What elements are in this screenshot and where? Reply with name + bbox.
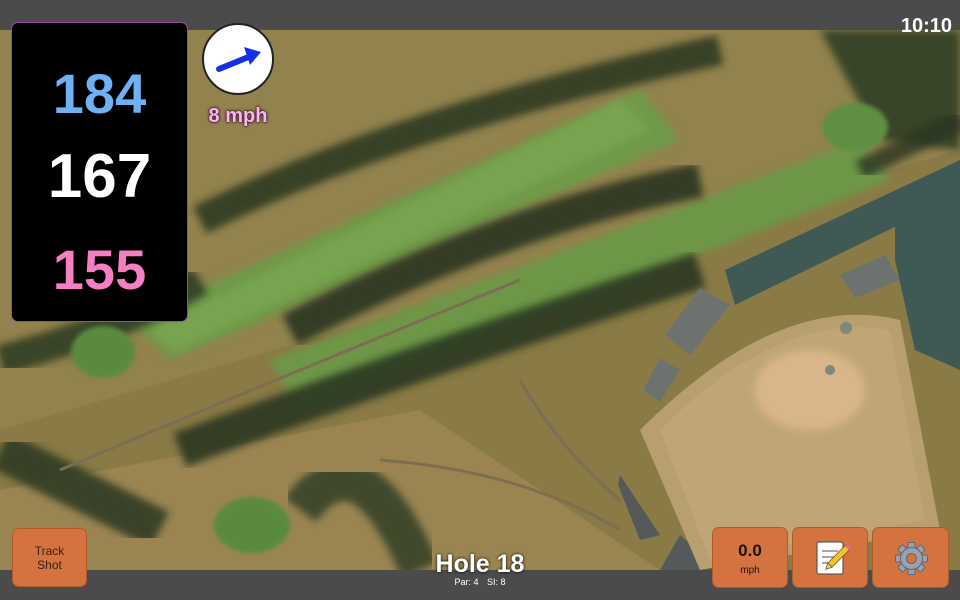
gear-icon (895, 542, 928, 575)
si-label: SI: 8 (487, 577, 506, 587)
speed-unit: mph (740, 565, 760, 576)
notes-button[interactable] (792, 527, 868, 588)
back-distance: 184 (52, 62, 147, 125)
track-shot-button[interactable]: Track Shot (12, 528, 87, 587)
speed-value: 0.0 (738, 541, 762, 560)
track-shot-label-line1: Track (34, 543, 65, 558)
clock: 10:10 (900, 15, 952, 37)
wind-speed: 8 mph (208, 105, 268, 127)
notepad-icon (816, 541, 852, 575)
track-shot-label-line2: Shot (37, 557, 62, 572)
speed-button[interactable]: 0.0 mph (712, 527, 788, 588)
arrow-icon (216, 47, 261, 72)
settings-button[interactable] (872, 527, 949, 588)
hole-title: Hole 18 (435, 550, 525, 578)
par-label: Par: 4 (454, 577, 479, 587)
front-distance: 155 (52, 238, 147, 301)
hole-info: Par: 4 SI: 8 (380, 577, 580, 587)
distance-panel: 184 167 155 (11, 22, 188, 322)
middle-distance: 167 (47, 142, 152, 211)
wind-indicator (202, 23, 274, 95)
